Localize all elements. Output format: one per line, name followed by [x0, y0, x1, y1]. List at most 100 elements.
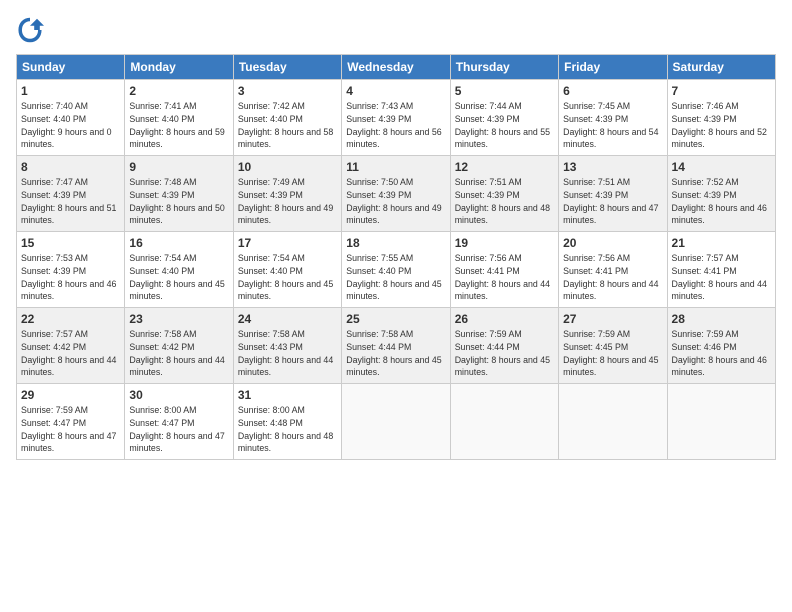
day-number: 1 — [21, 84, 120, 98]
calendar-cell: 13 Sunrise: 7:51 AMSunset: 4:39 PMDaylig… — [559, 156, 667, 232]
calendar-week-3: 15 Sunrise: 7:53 AMSunset: 4:39 PMDaylig… — [17, 232, 776, 308]
calendar-cell — [342, 384, 450, 460]
day-number: 9 — [129, 160, 228, 174]
calendar-week-4: 22 Sunrise: 7:57 AMSunset: 4:42 PMDaylig… — [17, 308, 776, 384]
day-info: Sunrise: 8:00 AMSunset: 4:48 PMDaylight:… — [238, 404, 337, 455]
calendar-cell: 10 Sunrise: 7:49 AMSunset: 4:39 PMDaylig… — [233, 156, 341, 232]
day-info: Sunrise: 7:57 AMSunset: 4:41 PMDaylight:… — [672, 252, 771, 303]
calendar-cell: 11 Sunrise: 7:50 AMSunset: 4:39 PMDaylig… — [342, 156, 450, 232]
day-info: Sunrise: 7:43 AMSunset: 4:39 PMDaylight:… — [346, 100, 445, 151]
day-info: Sunrise: 7:46 AMSunset: 4:39 PMDaylight:… — [672, 100, 771, 151]
day-info: Sunrise: 7:59 AMSunset: 4:46 PMDaylight:… — [672, 328, 771, 379]
day-number: 21 — [672, 236, 771, 250]
day-number: 26 — [455, 312, 554, 326]
day-info: Sunrise: 7:58 AMSunset: 4:42 PMDaylight:… — [129, 328, 228, 379]
day-number: 5 — [455, 84, 554, 98]
calendar-cell: 25 Sunrise: 7:58 AMSunset: 4:44 PMDaylig… — [342, 308, 450, 384]
header-sunday: Sunday — [17, 55, 125, 80]
day-number: 31 — [238, 388, 337, 402]
day-info: Sunrise: 7:45 AMSunset: 4:39 PMDaylight:… — [563, 100, 662, 151]
day-info: Sunrise: 7:59 AMSunset: 4:44 PMDaylight:… — [455, 328, 554, 379]
day-info: Sunrise: 7:58 AMSunset: 4:44 PMDaylight:… — [346, 328, 445, 379]
day-number: 13 — [563, 160, 662, 174]
calendar-cell: 24 Sunrise: 7:58 AMSunset: 4:43 PMDaylig… — [233, 308, 341, 384]
calendar-cell: 7 Sunrise: 7:46 AMSunset: 4:39 PMDayligh… — [667, 80, 775, 156]
day-number: 29 — [21, 388, 120, 402]
day-number: 22 — [21, 312, 120, 326]
day-info: Sunrise: 7:56 AMSunset: 4:41 PMDaylight:… — [455, 252, 554, 303]
calendar-cell: 12 Sunrise: 7:51 AMSunset: 4:39 PMDaylig… — [450, 156, 558, 232]
day-info: Sunrise: 7:47 AMSunset: 4:39 PMDaylight:… — [21, 176, 120, 227]
header-thursday: Thursday — [450, 55, 558, 80]
day-info: Sunrise: 7:50 AMSunset: 4:39 PMDaylight:… — [346, 176, 445, 227]
day-number: 6 — [563, 84, 662, 98]
calendar-cell: 16 Sunrise: 7:54 AMSunset: 4:40 PMDaylig… — [125, 232, 233, 308]
calendar-cell: 28 Sunrise: 7:59 AMSunset: 4:46 PMDaylig… — [667, 308, 775, 384]
day-number: 12 — [455, 160, 554, 174]
day-info: Sunrise: 7:54 AMSunset: 4:40 PMDaylight:… — [238, 252, 337, 303]
day-info: Sunrise: 7:58 AMSunset: 4:43 PMDaylight:… — [238, 328, 337, 379]
calendar-cell — [559, 384, 667, 460]
day-number: 8 — [21, 160, 120, 174]
calendar-cell: 15 Sunrise: 7:53 AMSunset: 4:39 PMDaylig… — [17, 232, 125, 308]
calendar-cell: 1 Sunrise: 7:40 AMSunset: 4:40 PMDayligh… — [17, 80, 125, 156]
calendar-header-row: SundayMondayTuesdayWednesdayThursdayFrid… — [17, 55, 776, 80]
day-info: Sunrise: 8:00 AMSunset: 4:47 PMDaylight:… — [129, 404, 228, 455]
calendar-cell: 26 Sunrise: 7:59 AMSunset: 4:44 PMDaylig… — [450, 308, 558, 384]
day-info: Sunrise: 7:42 AMSunset: 4:40 PMDaylight:… — [238, 100, 337, 151]
calendar-cell: 6 Sunrise: 7:45 AMSunset: 4:39 PMDayligh… — [559, 80, 667, 156]
day-number: 11 — [346, 160, 445, 174]
calendar-cell: 17 Sunrise: 7:54 AMSunset: 4:40 PMDaylig… — [233, 232, 341, 308]
day-info: Sunrise: 7:59 AMSunset: 4:45 PMDaylight:… — [563, 328, 662, 379]
calendar-cell: 21 Sunrise: 7:57 AMSunset: 4:41 PMDaylig… — [667, 232, 775, 308]
calendar-cell: 9 Sunrise: 7:48 AMSunset: 4:39 PMDayligh… — [125, 156, 233, 232]
calendar-table: SundayMondayTuesdayWednesdayThursdayFrid… — [16, 54, 776, 460]
calendar-cell: 23 Sunrise: 7:58 AMSunset: 4:42 PMDaylig… — [125, 308, 233, 384]
calendar-cell: 14 Sunrise: 7:52 AMSunset: 4:39 PMDaylig… — [667, 156, 775, 232]
calendar-cell: 3 Sunrise: 7:42 AMSunset: 4:40 PMDayligh… — [233, 80, 341, 156]
day-number: 19 — [455, 236, 554, 250]
day-info: Sunrise: 7:51 AMSunset: 4:39 PMDaylight:… — [455, 176, 554, 227]
day-number: 10 — [238, 160, 337, 174]
calendar-cell: 30 Sunrise: 8:00 AMSunset: 4:47 PMDaylig… — [125, 384, 233, 460]
calendar-cell: 5 Sunrise: 7:44 AMSunset: 4:39 PMDayligh… — [450, 80, 558, 156]
header-saturday: Saturday — [667, 55, 775, 80]
logo — [16, 16, 46, 44]
calendar-cell — [667, 384, 775, 460]
day-number: 3 — [238, 84, 337, 98]
day-number: 24 — [238, 312, 337, 326]
calendar-week-5: 29 Sunrise: 7:59 AMSunset: 4:47 PMDaylig… — [17, 384, 776, 460]
day-info: Sunrise: 7:51 AMSunset: 4:39 PMDaylight:… — [563, 176, 662, 227]
day-number: 20 — [563, 236, 662, 250]
day-info: Sunrise: 7:41 AMSunset: 4:40 PMDaylight:… — [129, 100, 228, 151]
day-number: 28 — [672, 312, 771, 326]
page-container: SundayMondayTuesdayWednesdayThursdayFrid… — [0, 0, 792, 612]
day-info: Sunrise: 7:54 AMSunset: 4:40 PMDaylight:… — [129, 252, 228, 303]
header-monday: Monday — [125, 55, 233, 80]
day-number: 7 — [672, 84, 771, 98]
day-number: 2 — [129, 84, 228, 98]
logo-icon — [16, 16, 44, 44]
header — [16, 16, 776, 44]
day-number: 18 — [346, 236, 445, 250]
day-info: Sunrise: 7:44 AMSunset: 4:39 PMDaylight:… — [455, 100, 554, 151]
calendar-cell: 19 Sunrise: 7:56 AMSunset: 4:41 PMDaylig… — [450, 232, 558, 308]
day-info: Sunrise: 7:59 AMSunset: 4:47 PMDaylight:… — [21, 404, 120, 455]
calendar-week-1: 1 Sunrise: 7:40 AMSunset: 4:40 PMDayligh… — [17, 80, 776, 156]
calendar-cell — [450, 384, 558, 460]
day-number: 17 — [238, 236, 337, 250]
day-info: Sunrise: 7:56 AMSunset: 4:41 PMDaylight:… — [563, 252, 662, 303]
day-number: 30 — [129, 388, 228, 402]
day-info: Sunrise: 7:48 AMSunset: 4:39 PMDaylight:… — [129, 176, 228, 227]
header-wednesday: Wednesday — [342, 55, 450, 80]
calendar-cell: 22 Sunrise: 7:57 AMSunset: 4:42 PMDaylig… — [17, 308, 125, 384]
calendar-cell: 29 Sunrise: 7:59 AMSunset: 4:47 PMDaylig… — [17, 384, 125, 460]
day-info: Sunrise: 7:40 AMSunset: 4:40 PMDaylight:… — [21, 100, 120, 151]
calendar-cell: 8 Sunrise: 7:47 AMSunset: 4:39 PMDayligh… — [17, 156, 125, 232]
day-number: 4 — [346, 84, 445, 98]
day-number: 23 — [129, 312, 228, 326]
calendar-cell: 31 Sunrise: 8:00 AMSunset: 4:48 PMDaylig… — [233, 384, 341, 460]
header-friday: Friday — [559, 55, 667, 80]
day-number: 16 — [129, 236, 228, 250]
day-number: 14 — [672, 160, 771, 174]
